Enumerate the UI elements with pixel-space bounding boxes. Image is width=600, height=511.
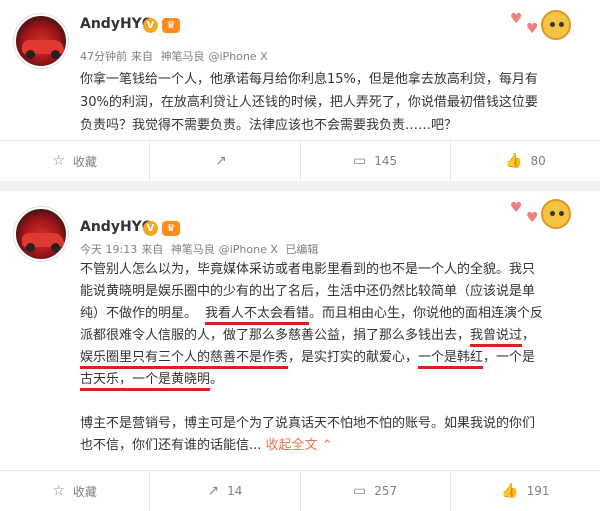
highlighted-text: 娱乐圈里只有三个人的慈善不是作秀	[80, 350, 289, 369]
wheel-shape	[51, 50, 60, 59]
post-content: 你拿一笔钱给一个人，他承诺每月给你利息15%，但是他拿去放高利贷，每月有 30%…	[80, 68, 585, 137]
vip-crown-icon: ♛	[162, 221, 180, 236]
cat-emoji-icon	[541, 199, 571, 229]
like-button[interactable]: 👍 80	[451, 141, 600, 181]
collapse-link[interactable]: 收起全文 ⌃	[266, 438, 333, 453]
heart-decoration-icon: ♥	[510, 11, 523, 27]
wheel-shape	[51, 243, 60, 252]
star-icon: ☆	[52, 483, 65, 499]
favorite-label: 收藏	[72, 484, 97, 499]
content-line: 负责吗？我觉得不需要负责。法律应该也不会需要我负责……吧？	[80, 118, 458, 133]
repost-icon: ↗	[215, 153, 227, 169]
comment-button[interactable]: ▭ 145	[301, 141, 451, 181]
content-line: 30%的利润，在放高利贷让人还钱的时候，把人弄死了，你说借最初借钱这位要	[80, 95, 538, 110]
content-text: 。	[210, 372, 224, 387]
vip-crown-icon: ♛	[162, 18, 180, 33]
verified-badge-icon: V	[143, 221, 158, 236]
content-text: ，一个是	[483, 350, 536, 365]
favorite-button[interactable]: ☆ 收藏	[0, 141, 151, 181]
content-line: 也不信，你们还有谁的话能信... 收起全文 ⌃	[80, 435, 585, 457]
post-time[interactable]: 47分钟前	[80, 50, 127, 63]
content-text: 也不信，你们还有谁的话能信...	[80, 438, 262, 453]
content-line: 能说黄晓明是娱乐圈中的少有的出了名后，生活中还仍然比较简单（应该说是单	[80, 284, 536, 299]
wheel-shape	[26, 243, 35, 252]
verified-badge-icon: V	[143, 18, 158, 33]
content-line: 娱乐圈里只有三个人的慈善不是作秀，是实打实的献爱心，一个是韩红，一个是	[80, 347, 585, 369]
weibo-post-1: AndyHYQ V ♛ 47分钟前 来自 神笔马良 @iPhone X 你拿一笔钱给…	[0, 0, 600, 181]
post-content: 不管别人怎么以为，毕竟媒体采访或者电影里看到的也不是一个人的全貌。我只 能说黄晓…	[80, 259, 585, 457]
content-line: 博主不是营销号，博主可是个为了说真话天不怕地不怕的账号。如果我说的你们	[80, 416, 536, 431]
source-prefix: 来自	[141, 243, 164, 256]
weibo-post-2: AndyHYQ V ♛ 今天 19:13 来自 神笔马良 @iPhone X 已编辑…	[0, 191, 600, 511]
source-app[interactable]: 神笔马良	[171, 243, 215, 256]
heart-decoration-icon: ♥	[510, 200, 523, 216]
like-count: 80	[530, 154, 546, 168]
content-line: 古天乐，一个是黄晓明。	[80, 369, 585, 391]
thumbs-up-icon: 👍	[501, 483, 519, 499]
source-prefix: 来自	[131, 50, 153, 63]
post-meta: 47分钟前 来自 神笔马良 @iPhone X	[80, 48, 272, 64]
comment-count: 257	[374, 484, 398, 498]
heart-decoration-icon: ♥	[526, 21, 539, 37]
wheel-shape	[26, 50, 35, 59]
chevron-up-icon: ⌃	[321, 438, 333, 453]
repost-button[interactable]: ↗	[150, 141, 301, 181]
post-time[interactable]: 今天 19:13	[80, 243, 137, 256]
device-name: @iPhone X	[218, 243, 278, 256]
highlighted-text: 我曾说过	[470, 328, 523, 347]
device-name: @iPhone X	[208, 50, 268, 63]
comment-count: 145	[374, 154, 398, 168]
star-icon: ☆	[52, 153, 65, 169]
content-text: ，	[522, 328, 536, 343]
cat-emoji-icon	[541, 10, 571, 40]
repost-count: 14	[227, 484, 243, 498]
repost-icon: ↗	[207, 483, 220, 499]
cat-eye	[550, 22, 555, 27]
highlighted-text: 我看人不太会看错	[205, 306, 310, 325]
heart-decoration-icon: ♥	[526, 210, 539, 226]
highlighted-text: 一个是韩红	[418, 350, 484, 369]
user-avatar[interactable]	[14, 207, 68, 261]
repost-button[interactable]: ↗ 14	[150, 471, 301, 511]
source-app[interactable]: 神笔马良	[161, 50, 205, 63]
favorite-button[interactable]: ☆ 收藏	[0, 471, 151, 511]
like-button[interactable]: 👍 191	[451, 471, 600, 511]
user-avatar[interactable]	[14, 14, 68, 68]
post-meta: 今天 19:13 来自 神笔马良 @iPhone X 已编辑	[80, 241, 322, 257]
content-line: 你拿一笔钱给一个人，他承诺每月给你利息15%，但是他拿去放高利贷，每月有	[80, 72, 538, 87]
action-bar: ☆ 收藏 ↗ ▭ 145 👍 80	[0, 141, 600, 181]
content-line: 不管别人怎么以为，毕竟媒体采访或者电影里看到的也不是一个人的全貌。我只	[80, 262, 536, 277]
comment-icon: ▭	[353, 153, 367, 169]
favorite-label: 收藏	[72, 154, 97, 169]
collapse-label: 收起全文	[265, 438, 318, 453]
cat-eye	[559, 211, 564, 216]
content-text: 派都很难令人信服的人，做了那么多慈善公益，捐了那么多钱出去，	[80, 328, 471, 343]
action-bar: ☆ 收藏 ↗ 14 ▭ 257 👍 191	[0, 471, 600, 511]
content-line: 派都很难令人信服的人，做了那么多慈善公益，捐了那么多钱出去，我曾说过，	[80, 325, 585, 347]
comment-icon: ▭	[353, 483, 367, 499]
cat-eye	[559, 22, 564, 27]
content-text: 纯）不做作的明星。	[80, 306, 198, 321]
thumbs-up-icon: 👍	[505, 153, 523, 169]
content-text: ，是实打实的献爱心，	[288, 350, 419, 365]
content-text: 。而且相由心生，你说他的面相连演个反	[309, 306, 544, 321]
highlighted-text: 古天乐，一个是黄晓明	[80, 372, 211, 391]
cat-eye	[550, 211, 555, 216]
content-line: 我看人不太会看错。而且相由心生，你说他的面相连演个反	[205, 303, 543, 325]
edited-label[interactable]: 已编辑	[285, 243, 318, 256]
comment-button[interactable]: ▭ 257	[301, 471, 451, 511]
like-count: 191	[526, 484, 550, 498]
